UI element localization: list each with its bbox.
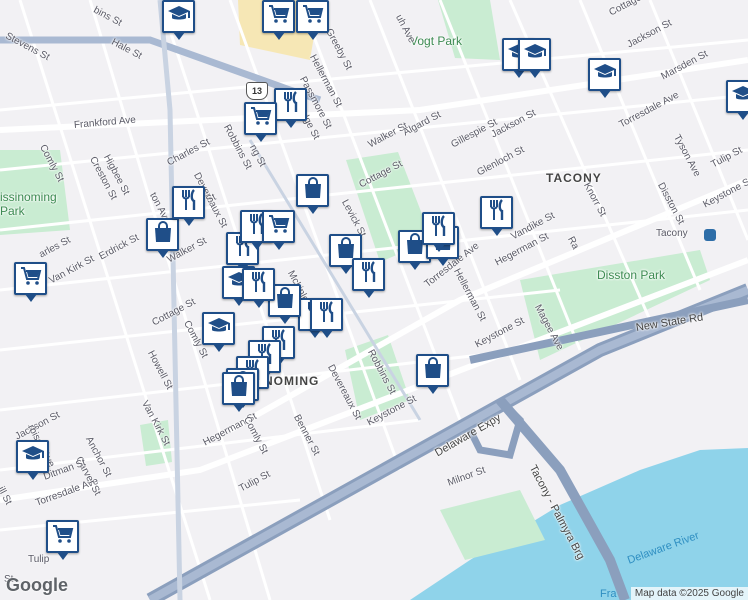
fork-knife-icon xyxy=(315,300,339,329)
fork-knife-icon xyxy=(427,214,451,243)
street-tulip: Tulip xyxy=(28,554,50,565)
bag-icon xyxy=(273,286,297,315)
fork-knife-icon xyxy=(279,90,303,119)
school-icon xyxy=(21,442,45,471)
poi-pin-grocery[interactable] xyxy=(296,0,329,40)
vogt-park xyxy=(438,0,500,60)
label-tacony-station: Tacony xyxy=(656,228,688,239)
cart-icon xyxy=(51,522,75,551)
neighborhood-tacony: TACONY xyxy=(546,171,602,185)
poi-pin-grocery[interactable] xyxy=(244,102,277,142)
school-icon xyxy=(731,82,748,111)
train-station-icon xyxy=(704,229,716,241)
school-icon xyxy=(523,40,547,69)
neighborhood-wissinoming: NOMING xyxy=(264,374,320,388)
cart-icon xyxy=(249,104,273,133)
poi-pin-school[interactable] xyxy=(162,0,195,40)
map-attribution[interactable]: Map data ©2025 Google xyxy=(630,587,748,600)
poi-pin-restaurant[interactable] xyxy=(422,212,455,252)
poi-pin-restaurant[interactable] xyxy=(274,88,307,128)
poi-pin-restaurant[interactable] xyxy=(242,268,275,308)
park-disston: Disston Park xyxy=(597,268,666,282)
bag-icon xyxy=(301,176,325,205)
poi-pin-school[interactable] xyxy=(202,312,235,352)
park-wissinoming: issinoming Park xyxy=(0,190,57,218)
poi-pin-restaurant[interactable] xyxy=(480,196,513,236)
poi-pin-school[interactable] xyxy=(588,58,621,98)
poi-pin-restaurant[interactable] xyxy=(352,258,385,298)
bag-icon xyxy=(227,374,251,403)
school-icon xyxy=(167,2,191,31)
google-logo: Google xyxy=(6,575,68,595)
poi-pin-shopping[interactable] xyxy=(222,372,255,412)
poi-pin-grocery[interactable] xyxy=(262,210,295,250)
fork-knife-icon xyxy=(357,260,381,289)
poi-pin-school[interactable] xyxy=(16,440,49,480)
poi-pin-shopping[interactable] xyxy=(146,218,179,258)
poi-pin-school[interactable] xyxy=(726,80,748,120)
school-icon xyxy=(593,60,617,89)
cart-icon xyxy=(301,2,325,31)
poi-pin-restaurant[interactable] xyxy=(310,298,343,338)
cart-icon xyxy=(267,212,291,241)
fork-knife-icon xyxy=(247,270,271,299)
poi-pin-grocery[interactable] xyxy=(46,520,79,560)
cart-icon xyxy=(267,2,291,31)
map-canvas[interactable]: 13 TACONY NOMING Vogt Park Disston Park … xyxy=(0,0,748,600)
poi-pin-grocery[interactable] xyxy=(14,262,47,302)
label-fra: Fra xyxy=(600,588,617,600)
poi-pin-grocery[interactable] xyxy=(262,0,295,40)
poi-pin-shopping[interactable] xyxy=(296,174,329,214)
fork-knife-icon xyxy=(177,188,201,217)
poi-pin-restaurant[interactable] xyxy=(172,186,205,226)
bag-icon xyxy=(421,356,445,385)
cart-icon xyxy=(19,264,43,293)
map-base-layer xyxy=(0,0,748,600)
poi-pin-shopping[interactable] xyxy=(416,354,449,394)
park-vogt: Vogt Park xyxy=(410,34,463,48)
bag-icon xyxy=(151,220,175,249)
poi-pin-school[interactable] xyxy=(518,38,551,78)
fork-knife-icon xyxy=(485,198,509,227)
route-13-shield: 13 xyxy=(246,82,268,100)
school-icon xyxy=(207,314,231,343)
